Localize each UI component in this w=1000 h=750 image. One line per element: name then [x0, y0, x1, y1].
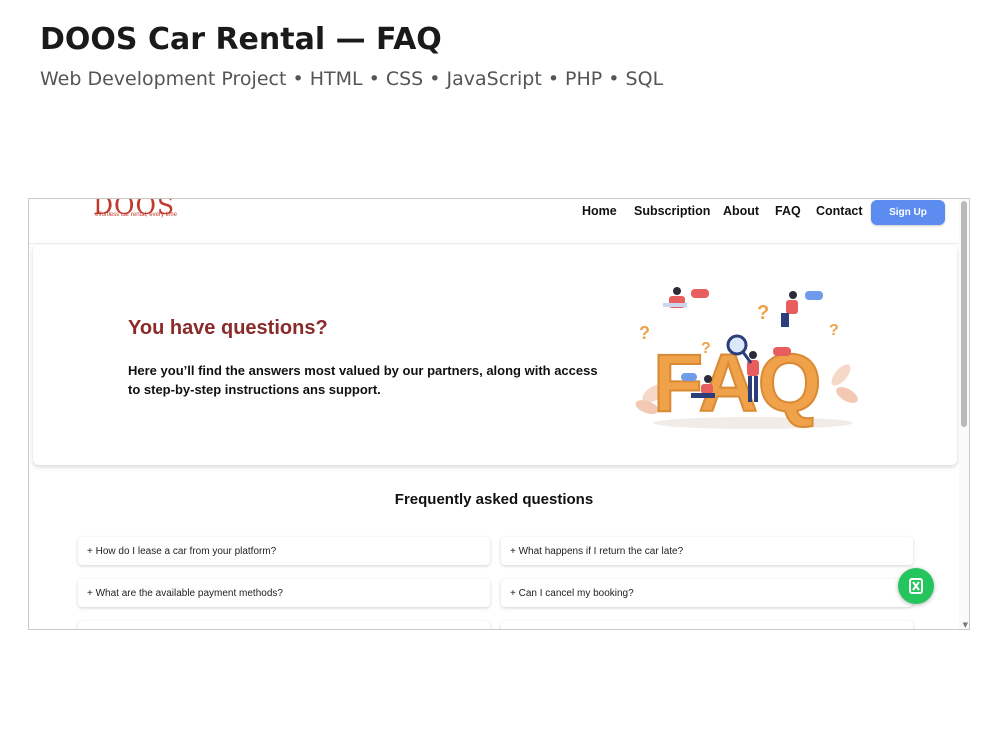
website-screenshot-frame: DOOS effortless car rental, every time H…	[28, 198, 970, 630]
signup-button[interactable]: Sign Up	[871, 200, 945, 225]
svg-text:?: ?	[639, 323, 650, 343]
faq-item[interactable]: + What happens if I return the car late?	[501, 537, 913, 565]
site-navbar: DOOS effortless car rental, every time H…	[29, 199, 959, 244]
whatsapp-icon	[909, 578, 923, 594]
scroll-down-arrow[interactable]: ▼	[963, 621, 968, 629]
svg-text:?: ?	[701, 340, 711, 357]
svg-text:?: ?	[829, 322, 839, 339]
scrollbar-thumb[interactable]	[961, 201, 967, 427]
page-subtitle: Web Development Project • HTML • CSS • J…	[40, 68, 664, 90]
hero-title: You have questions?	[128, 317, 328, 339]
faq-item[interactable]: + What are the available payment methods…	[78, 579, 490, 607]
scrollbar[interactable]: ▼	[959, 199, 969, 629]
nav-about[interactable]: About	[723, 204, 759, 218]
faq-item-partial[interactable]	[501, 621, 913, 629]
hero-text: Here you’ll find the answers most valued…	[128, 363, 598, 397]
svg-text:?: ?	[757, 302, 769, 324]
page-title: DOOS Car Rental — FAQ	[40, 22, 442, 57]
faq-item[interactable]: + How do I lease a car from your platfor…	[78, 537, 490, 565]
faq-item[interactable]: + Can I cancel my booking?	[501, 579, 913, 607]
hero-section: You have questions? Here you’ll find the…	[33, 245, 957, 465]
faq-item-partial[interactable]	[78, 621, 490, 629]
faq-illustration: FAQ ? ? ? ?	[635, 287, 858, 430]
whatsapp-chat-button[interactable]	[898, 568, 934, 604]
nav-contact[interactable]: Contact	[816, 204, 863, 218]
nav-subscription[interactable]: Subscription	[634, 204, 710, 218]
site-tagline: effortless car rental, every time	[95, 212, 177, 218]
faq-heading: Frequently asked questions	[394, 491, 594, 508]
nav-home[interactable]: Home	[582, 204, 617, 218]
nav-faq[interactable]: FAQ	[775, 204, 801, 218]
